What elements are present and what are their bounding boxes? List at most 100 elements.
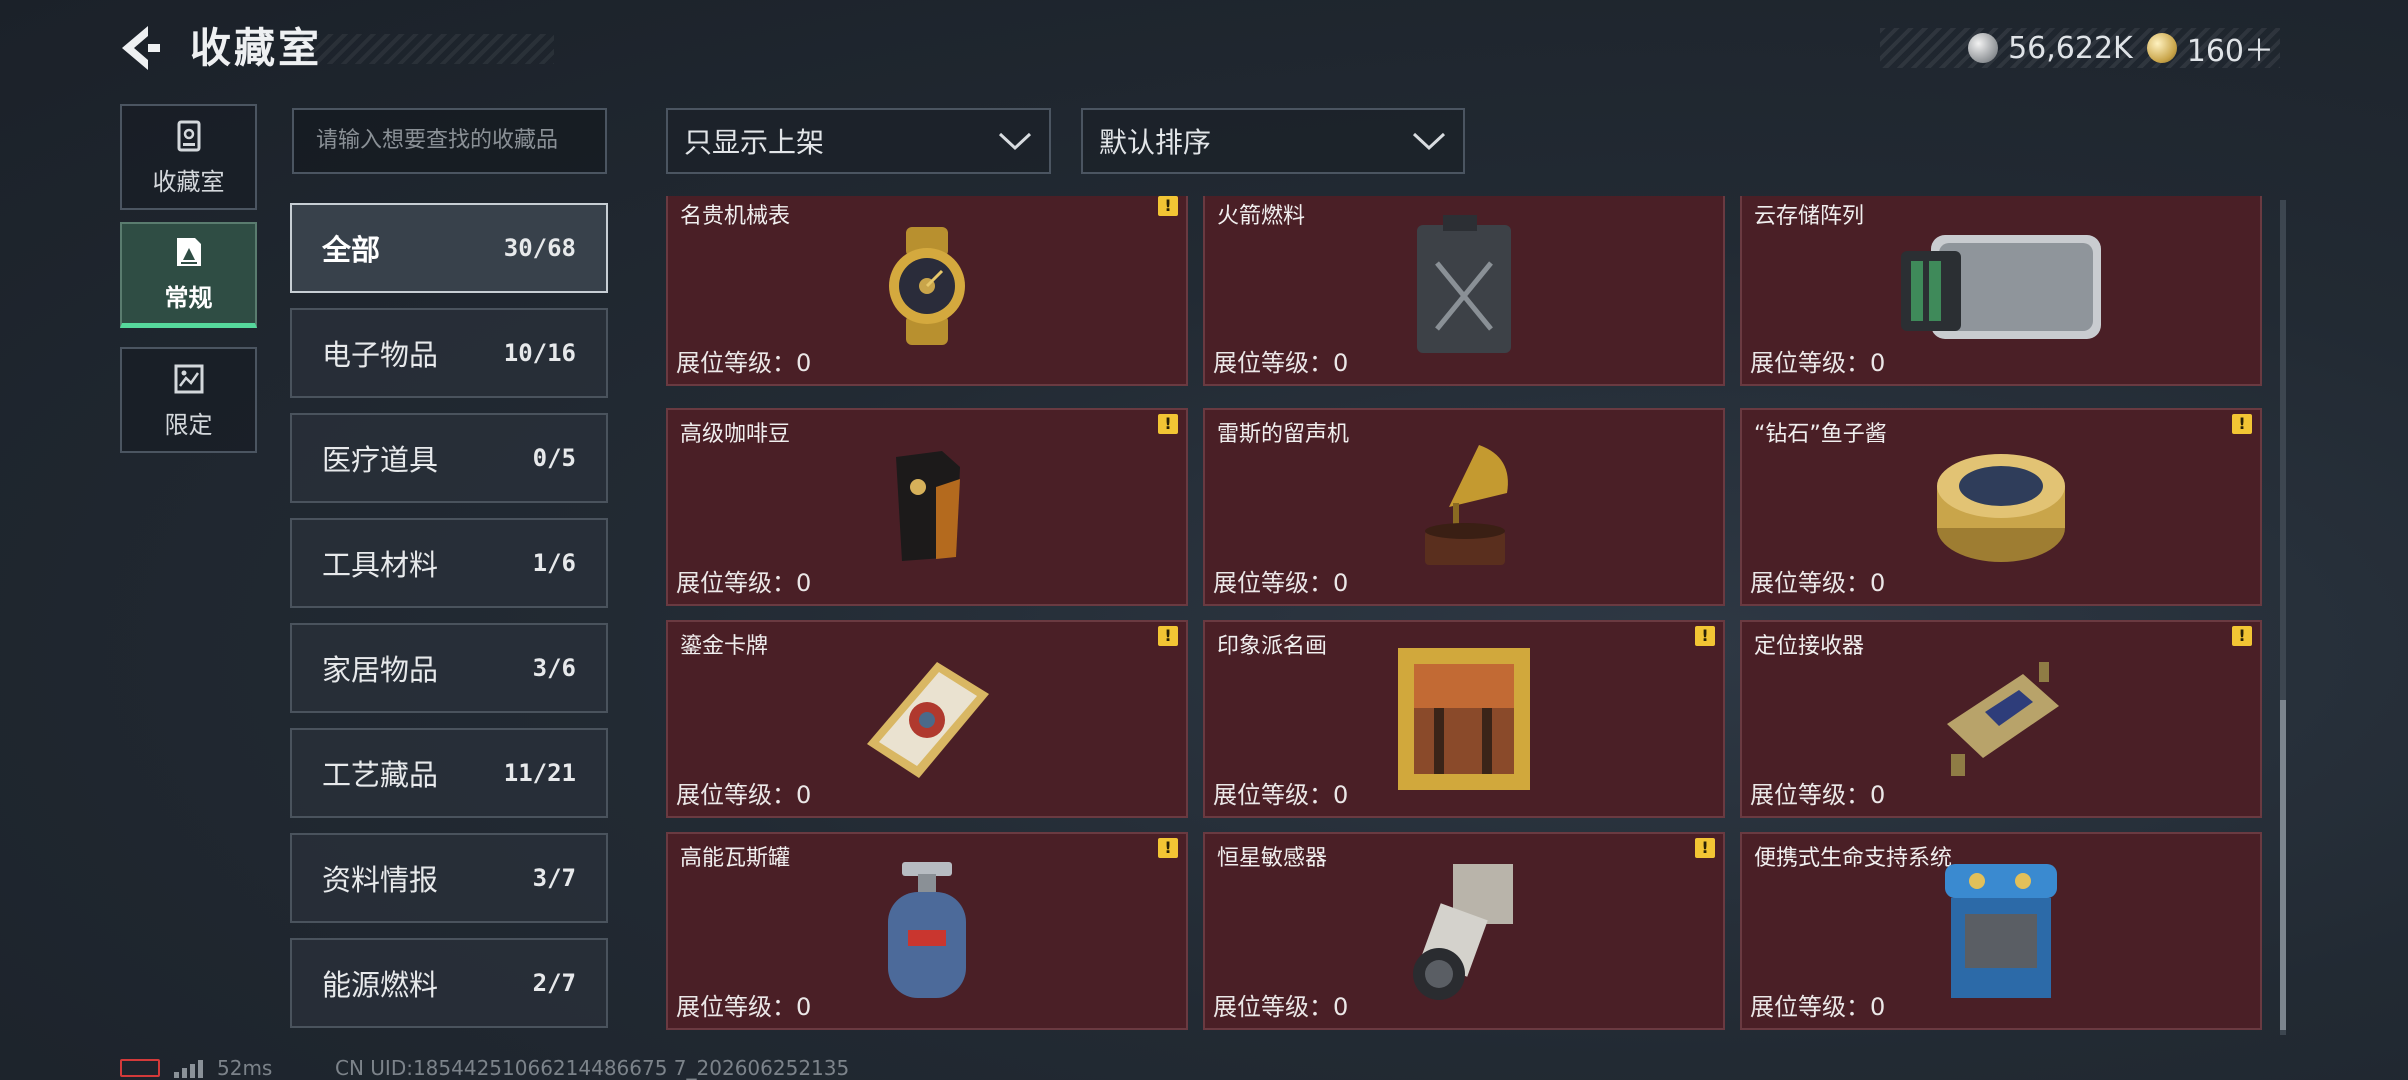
category-name: 全部 xyxy=(322,233,381,267)
booth-level: 展位等级：0 xyxy=(1750,569,1886,597)
item-card[interactable]: 恒星敏感器 ! 展位等级：0 xyxy=(1203,832,1725,1030)
warning-icon: ! xyxy=(1695,838,1715,858)
scrollbar-thumb[interactable] xyxy=(2280,700,2286,1030)
silver-coin-icon xyxy=(1968,33,1999,63)
ping-value: 52ms xyxy=(217,1056,273,1080)
item-card[interactable]: 云存储阵列 展位等级：0 xyxy=(1740,196,2262,386)
warning-icon: ! xyxy=(2232,626,2252,646)
booth-level: 展位等级：0 xyxy=(1750,781,1886,809)
booth-level: 展位等级：0 xyxy=(1213,993,1349,1021)
rail-tab-collection-room[interactable]: 收藏室 xyxy=(120,104,257,210)
category-name: 家居物品 xyxy=(322,653,439,687)
category-name: 工艺藏品 xyxy=(322,758,439,792)
item-name: 高能瓦斯罐 xyxy=(680,846,791,871)
category-count: 0/5 xyxy=(532,444,576,472)
item-name: 云存储阵列 xyxy=(1754,204,1865,229)
gas-canister-icon xyxy=(888,862,966,998)
gold-coin-icon xyxy=(2146,33,2177,63)
warning-icon: ! xyxy=(2232,414,2252,434)
item-card[interactable]: 高能瓦斯罐 ! 展位等级：0 xyxy=(666,832,1188,1030)
category-name: 电子物品 xyxy=(322,338,439,372)
status-bar: 52ms xyxy=(120,1056,272,1080)
booth-level: 展位等级：0 xyxy=(676,781,812,809)
life-support-icon xyxy=(1945,864,2057,998)
category-count: 1/6 xyxy=(532,549,576,577)
coffee-bag-icon xyxy=(896,451,960,561)
item-name: 恒星敏感器 xyxy=(1217,846,1328,871)
category-name: 工具材料 xyxy=(322,548,439,582)
category-medical[interactable]: 医疗道具 0/5 xyxy=(290,413,608,503)
collection-room-icon xyxy=(177,120,200,151)
item-name: 印象派名画 xyxy=(1217,634,1328,659)
category-fuel[interactable]: 能源燃料 2/7 xyxy=(290,938,608,1028)
sort-dropdown[interactable]: 默认排序 xyxy=(1081,108,1465,174)
category-count: 30/68 xyxy=(503,234,576,262)
item-name: 便携式生命支持系统 xyxy=(1754,846,1953,871)
item-name: 雷斯的留声机 xyxy=(1217,422,1350,447)
item-card[interactable]: 名贵机械表 ! 展位等级：0 xyxy=(666,196,1188,386)
limited-icon xyxy=(174,364,203,393)
item-name: 鎏金卡牌 xyxy=(680,634,769,659)
rail-tab-regular[interactable]: 常规 xyxy=(120,222,257,328)
category-all[interactable]: 全部 30/68 xyxy=(290,203,608,293)
battery-icon xyxy=(120,1059,160,1077)
category-tools[interactable]: 工具材料 1/6 xyxy=(290,518,608,608)
category-household[interactable]: 家居物品 3/6 xyxy=(290,623,608,713)
signal-icon xyxy=(174,1058,203,1078)
booth-level: 展位等级：0 xyxy=(1213,781,1349,809)
item-name: 火箭燃料 xyxy=(1217,204,1306,229)
rail-label: 限定 xyxy=(164,410,213,439)
booth-level: 展位等级：0 xyxy=(676,993,812,1021)
item-card[interactable]: 火箭燃料 展位等级：0 xyxy=(1203,196,1725,386)
item-card[interactable]: 鎏金卡牌 ! 展位等级：0 xyxy=(666,620,1188,818)
category-count: 10/16 xyxy=(503,339,576,367)
gilded-card-icon xyxy=(867,662,989,778)
booth-level: 展位等级：0 xyxy=(1213,349,1349,377)
booth-level: 展位等级：0 xyxy=(1213,569,1349,597)
item-card[interactable]: 定位接收器 ! 展位等级：0 xyxy=(1740,620,2262,818)
item-name: 高级咖啡豆 xyxy=(680,422,791,447)
display-filter-dropdown[interactable]: 只显示上架 xyxy=(666,108,1051,174)
category-name: 能源燃料 xyxy=(322,968,439,1002)
item-card[interactable]: 印象派名画 ! 展位等级：0 xyxy=(1203,620,1725,818)
warning-icon: ! xyxy=(1158,626,1178,646)
category-electronics[interactable]: 电子物品 10/16 xyxy=(290,308,608,398)
booth-level: 展位等级：0 xyxy=(1750,993,1886,1021)
rail-tab-limited[interactable]: 限定 xyxy=(120,347,257,453)
category-crafts[interactable]: 工艺藏品 11/21 xyxy=(290,728,608,818)
back-arrow-icon xyxy=(122,26,160,70)
booth-level: 展位等级：0 xyxy=(676,349,812,377)
display-filter-value: 只显示上架 xyxy=(684,126,825,159)
booth-level: 展位等级：0 xyxy=(1750,349,1886,377)
item-card[interactable]: 便携式生命支持系统 展位等级：0 xyxy=(1740,832,2262,1030)
item-name: 名贵机械表 xyxy=(680,204,791,229)
warning-icon: ! xyxy=(1158,414,1178,434)
rail-label: 收藏室 xyxy=(152,167,225,196)
rail-label: 常规 xyxy=(164,284,213,312)
silver-currency[interactable]: 56,622K xyxy=(1968,31,2133,66)
painting-icon xyxy=(1398,648,1530,790)
item-card[interactable]: 雷斯的留声机 展位等级：0 xyxy=(1203,408,1725,606)
item-grid-scrollbar[interactable] xyxy=(2280,200,2286,1035)
warning-icon: ! xyxy=(1158,196,1178,216)
search-input[interactable]: 请输入想要查找的收藏品 xyxy=(292,108,607,174)
item-name: “钻石”鱼子酱 xyxy=(1754,422,1887,447)
gold-currency[interactable]: 160＋ xyxy=(2146,26,2274,70)
caviar-tin-icon xyxy=(1937,454,2065,562)
warning-icon: ! xyxy=(1695,626,1715,646)
item-grid: 名贵机械表 ! 展位等级：0 火箭燃料 展位等级：0 云存储阵列 展位等级：0 … xyxy=(666,196,2264,1034)
gold-currency-value: 160＋ xyxy=(2186,34,2274,69)
item-card[interactable]: “钻石”鱼子酱 ! 展位等级：0 xyxy=(1740,408,2262,606)
item-card[interactable]: 高级咖啡豆 ! 展位等级：0 xyxy=(666,408,1188,606)
category-count: 3/6 xyxy=(532,654,576,682)
regular-icon xyxy=(176,238,201,266)
title-decoration xyxy=(300,34,554,64)
currency-bar: 56,622K 160＋ xyxy=(1880,26,2280,70)
fuel-can-icon xyxy=(1417,215,1511,353)
silver-currency-value: 56,622K xyxy=(2008,30,2133,66)
star-sensor-icon xyxy=(1413,864,1513,1000)
back-button[interactable] xyxy=(118,22,166,74)
category-intel[interactable]: 资料情报 3/7 xyxy=(290,833,608,923)
item-name: 定位接收器 xyxy=(1754,634,1865,659)
booth-level: 展位等级：0 xyxy=(676,569,812,597)
